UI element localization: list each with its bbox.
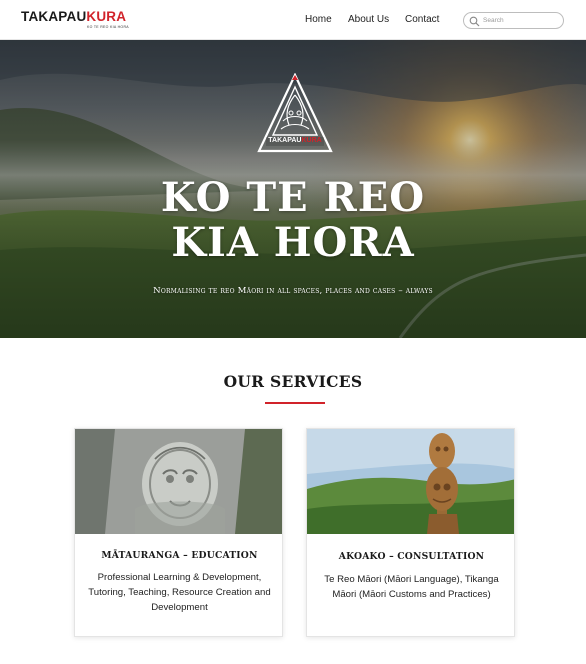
service-card-education[interactable]: MĀTAURANGA – EDUCATION Professional Lear… <box>74 428 283 637</box>
site-logo[interactable]: TAKAPAUKURA KO TE REO KIA HORA <box>21 9 129 30</box>
hero-title-line-2: KIA HORA <box>171 219 415 266</box>
nav-contact[interactable]: Contact <box>405 14 439 25</box>
carved-wooden-statue-image <box>307 429 514 534</box>
heading-divider <box>265 402 325 404</box>
carved-rock-face-image <box>75 429 282 534</box>
logo-subtitle: KO TE REO KIA HORA <box>87 25 129 29</box>
hero-title-line-1: KO TE REO <box>160 174 426 221</box>
services-heading: OUR SERVICES <box>223 372 363 391</box>
search-icon <box>469 16 480 27</box>
card-description: Professional Learning & Development, Tut… <box>88 572 271 613</box>
service-card-consultation[interactable]: AKOAKO – CONSULTATION Te Reo Māori (Māor… <box>306 428 515 637</box>
nav-home[interactable]: Home <box>305 14 332 25</box>
hero-banner: TAKAPAUKURA KO TE REO KIA HORA Normalisi… <box>0 40 586 338</box>
emblem-wordmark: TAKAPAUKURA <box>268 137 322 144</box>
hero-tagline: Normalising te reo Māori in all spaces, … <box>153 286 433 296</box>
site-header: TAKAPAUKURA KO TE REO KIA HORA Home Abou… <box>0 0 586 40</box>
card-title: AKOAKO – CONSULTATION <box>338 551 485 562</box>
nav-about-us[interactable]: About Us <box>348 14 389 25</box>
card-description: Te Reo Māori (Māori Language), Tikanga M… <box>324 574 499 600</box>
logo-wordmark: TAKAPAUKURA <box>21 9 127 24</box>
search-box[interactable] <box>463 12 564 29</box>
search-input[interactable] <box>483 15 559 26</box>
card-title: MĀTAURANGA – EDUCATION <box>101 550 258 561</box>
